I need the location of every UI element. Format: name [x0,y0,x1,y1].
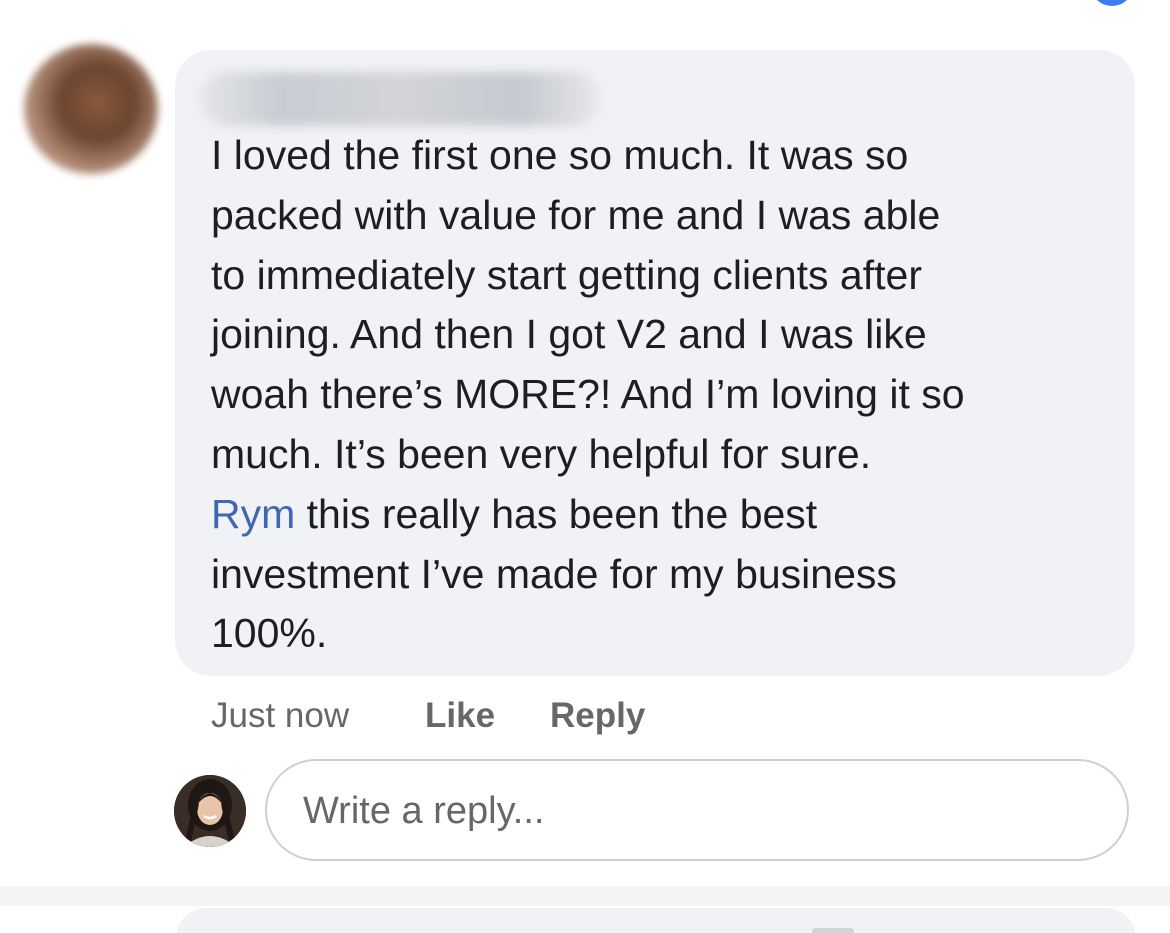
current-user-avatar [174,775,246,847]
next-comment-mark [812,928,854,933]
cut-off-header [470,0,610,8]
comment-line: to immediately start getting clients aft… [211,251,922,298]
like-button[interactable]: Like [425,695,495,737]
comment-line: joining. And then I got V2 and I was lik… [211,311,927,358]
next-comment-bubble [176,908,1136,933]
comment-line-rest: this really has been the best [295,490,818,537]
comment-thread: I loved the first one so much. It was so… [0,0,1170,933]
comment-line: investment I’ve made for my business [211,550,897,597]
commenter-name-blurred[interactable] [200,72,600,126]
cut-off-blue-icon [1092,0,1132,6]
comment-timestamp[interactable]: Just now [211,695,349,737]
comment-text: I loved the first one so much. It was so… [211,126,1111,664]
comment-line-with-mention: Rym this really has been the best [211,485,1111,545]
commenter-avatar[interactable] [24,44,158,174]
mention-link[interactable]: Rym [211,491,295,537]
comment-line: 100%. [211,610,328,657]
comment-line: woah there’s MORE?! And I’m loving it so [211,371,965,418]
comment-line: packed with value for me and I was able [211,191,941,238]
reply-input[interactable] [301,761,1105,861]
user-photo-icon [174,775,246,847]
section-divider [0,886,1170,906]
comment-line: much. It’s been very helpful for sure. [211,430,872,477]
reply-input-container[interactable] [265,759,1129,861]
comment-line: I loved the first one so much. It was so [211,132,909,178]
reply-button[interactable]: Reply [550,695,645,737]
